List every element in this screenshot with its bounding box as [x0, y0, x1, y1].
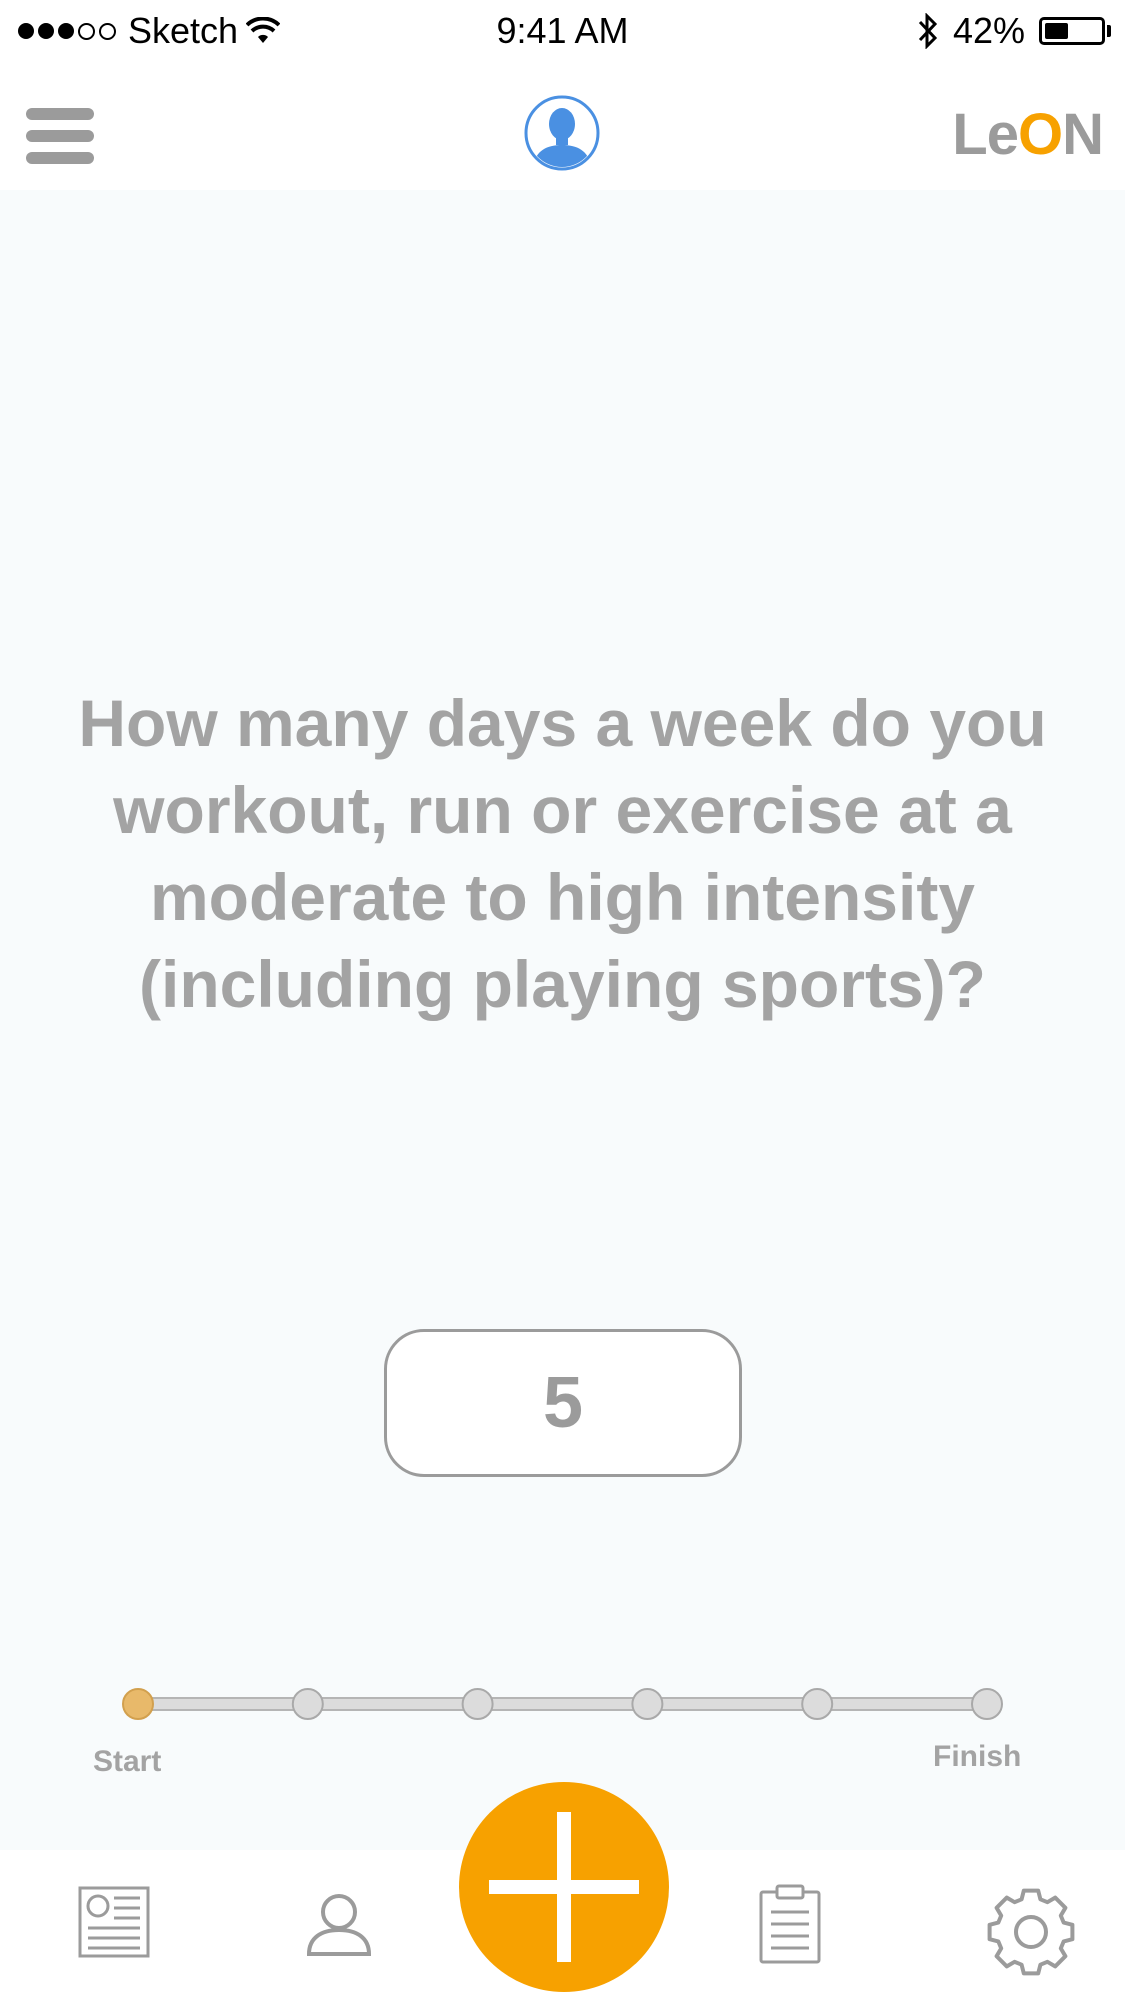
progress-track [137, 1697, 988, 1711]
settings-gear-icon[interactable] [985, 1886, 1077, 1983]
news-feed-icon[interactable] [78, 1886, 150, 1963]
progress-step-1 [122, 1688, 154, 1720]
progress-finish-label: Finish [933, 1740, 1022, 1773]
clipboard-icon[interactable] [759, 1884, 821, 1969]
top-navigation: LeON [0, 62, 1125, 190]
hamburger-menu-icon[interactable] [26, 108, 94, 164]
status-right: 42% [917, 8, 1111, 54]
battery-icon [1039, 17, 1111, 45]
answer-value-field[interactable]: 5 [384, 1329, 742, 1477]
profile-icon[interactable] [306, 1892, 372, 1963]
progress-step-2 [291, 1688, 324, 1720]
question-text: How many days a week do you workout, run… [78, 686, 1047, 1021]
battery-percent: 42% [952, 10, 1025, 51]
plus-button[interactable] [459, 1782, 669, 1992]
progress-step-6 [971, 1688, 1003, 1720]
user-avatar-icon[interactable] [524, 95, 600, 171]
progress-step-3 [461, 1688, 494, 1720]
leon-logo: LeON [952, 102, 1104, 167]
progress-start-label: Start [93, 1745, 162, 1778]
progress-stepper [122, 1688, 1003, 1720]
status-bar: Sketch 9:41 AM 42% [0, 0, 1125, 62]
bluetooth-icon [918, 13, 938, 49]
progress-step-4 [631, 1688, 664, 1720]
progress-step-5 [801, 1688, 834, 1720]
